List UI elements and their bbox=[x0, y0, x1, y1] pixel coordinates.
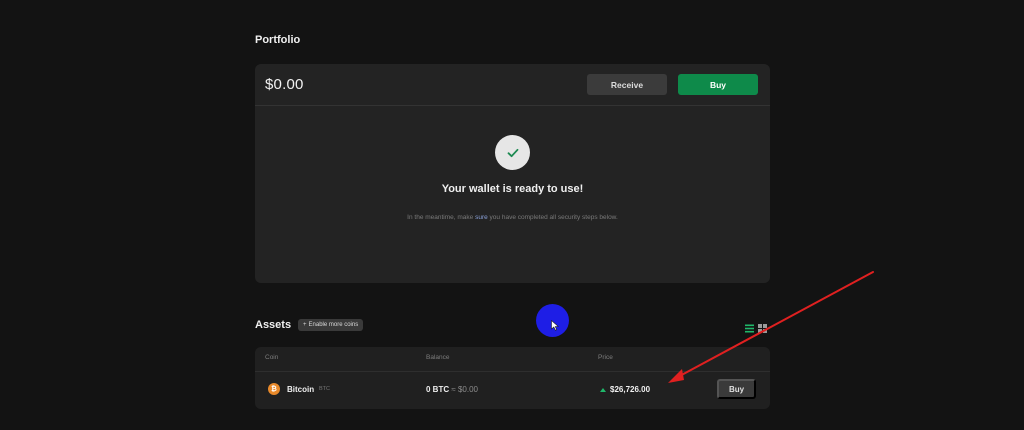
assets-table: Coin Balance Price ₿ Bitcoin BTC 0 BTC ≈… bbox=[255, 347, 770, 409]
grid-view-icon[interactable] bbox=[758, 320, 767, 338]
coin-price: $26,726.00 bbox=[600, 385, 650, 394]
portfolio-balance: $0.00 bbox=[265, 76, 304, 93]
coin-name: Bitcoin bbox=[287, 385, 315, 394]
view-toggle bbox=[745, 320, 767, 338]
hint-suffix: you have completed all security steps be… bbox=[487, 214, 618, 221]
security-hint: In the meantime, make sure you have comp… bbox=[255, 214, 770, 221]
coin-symbol: BTC bbox=[319, 386, 330, 392]
portfolio-card: $0.00 Receive Buy Your wallet is ready t… bbox=[255, 64, 770, 283]
bitcoin-icon: ₿ bbox=[268, 383, 280, 395]
balance-crypto: 0 BTC bbox=[426, 385, 450, 394]
table-row[interactable]: ₿ Bitcoin BTC 0 BTC ≈ $0.00 $26,726.00 B… bbox=[255, 372, 770, 409]
column-coin: Coin bbox=[265, 354, 279, 361]
mouse-cursor-icon bbox=[551, 318, 560, 336]
column-price: Price bbox=[598, 354, 613, 361]
row-buy-button[interactable]: Buy bbox=[717, 379, 756, 399]
trend-up-icon bbox=[600, 387, 606, 392]
wallet-ready-message: Your wallet is ready to use! bbox=[441, 183, 584, 195]
hint-prefix: In the meantime, make bbox=[407, 214, 476, 221]
list-view-icon[interactable] bbox=[745, 320, 754, 338]
portfolio-title: Portfolio bbox=[255, 34, 301, 46]
enable-more-coins-label: Enable more coins bbox=[308, 322, 359, 328]
coin-balance: 0 BTC ≈ $0.00 bbox=[426, 385, 478, 394]
receive-button[interactable]: Receive bbox=[587, 74, 667, 95]
column-balance: Balance bbox=[426, 354, 450, 361]
check-icon bbox=[495, 135, 530, 170]
buy-button[interactable]: Buy bbox=[678, 74, 758, 95]
wallet-page: Portfolio $0.00 Receive Buy Your wallet … bbox=[0, 0, 1024, 430]
assets-title: Assets bbox=[255, 319, 292, 331]
table-header: Coin Balance Price bbox=[255, 347, 770, 372]
portfolio-header: $0.00 Receive Buy bbox=[255, 64, 770, 106]
balance-fiat: ≈ $0.00 bbox=[451, 385, 478, 394]
hint-link[interactable]: sure bbox=[475, 214, 488, 221]
plus-icon: + bbox=[303, 322, 307, 328]
price-value: $26,726.00 bbox=[610, 385, 651, 394]
enable-more-coins-button[interactable]: + Enable more coins bbox=[298, 319, 364, 331]
